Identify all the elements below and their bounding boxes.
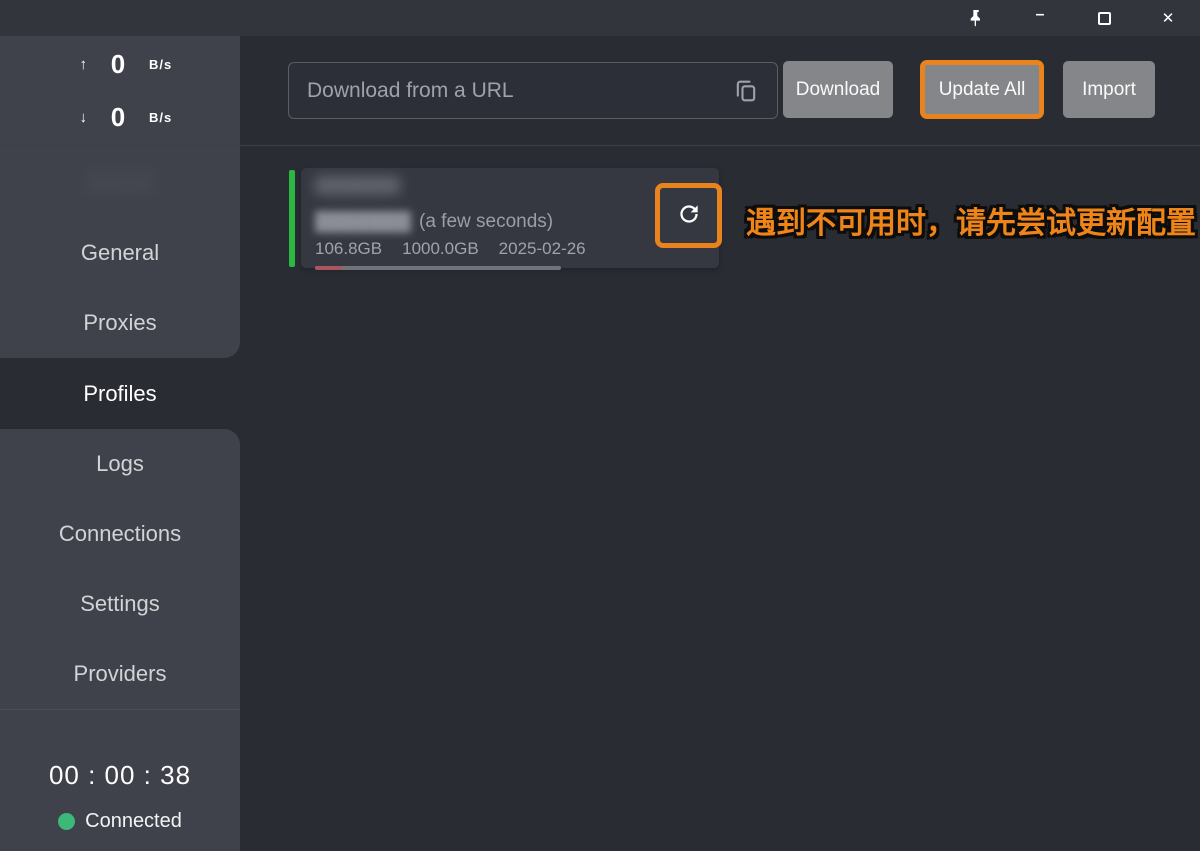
pushpin-icon [968, 9, 984, 27]
update-all-button[interactable]: Update All [920, 60, 1044, 119]
download-speed-row: ↓ 0 B/s [0, 102, 240, 133]
connection-status-label: Connected [85, 810, 182, 833]
profile-name-row: ████████ (a few seconds) [315, 211, 705, 233]
profile-used: 106.8GB [315, 239, 382, 259]
progress-fill [315, 266, 342, 270]
maximize-button[interactable] [1072, 0, 1136, 36]
traffic-panel: ↑ 0 B/s ↓ 0 B/s [0, 36, 240, 145]
sidebar-item-profiles[interactable]: Profiles [0, 358, 240, 429]
url-input[interactable] [288, 62, 778, 119]
sidebar-item-connections[interactable]: Connections [0, 499, 240, 569]
refresh-icon [676, 201, 702, 230]
connected-dot-icon [58, 813, 75, 830]
redacted-profile-title: ████████ [315, 176, 400, 196]
upload-speed-row: ↑ 0 B/s [0, 49, 240, 80]
sidebar-item-logs[interactable]: Logs [0, 429, 240, 499]
download-button[interactable]: Download [783, 61, 893, 118]
pin-button[interactable] [944, 0, 1008, 36]
tutorial-tip-text: 遇到不可用时，请先尝试更新配置 [746, 198, 1196, 242]
upload-speed-value: 0 [87, 49, 149, 80]
sidebar-nav-bottom: Logs Connections Settings Providers [0, 429, 240, 709]
minimize-icon: – [1036, 6, 1045, 24]
copy-icon[interactable] [732, 77, 760, 105]
sidebar-item-proxies[interactable]: Proxies [0, 288, 240, 358]
profile-total: 1000.0GB [402, 239, 479, 259]
titlebar: – ✕ [0, 0, 1200, 36]
upload-speed-unit: B/s [149, 57, 209, 72]
sidebar-item-general[interactable]: General [0, 218, 240, 288]
redacted-sidebar-item: ▒▒▒▒▒ [0, 146, 240, 218]
profile-updated-ago: (a few seconds) [419, 211, 553, 233]
profile-active-bar [289, 170, 295, 267]
download-speed-unit: B/s [149, 110, 209, 125]
maximize-square-icon [1098, 12, 1111, 25]
minimize-button[interactable]: – [1008, 0, 1072, 36]
close-icon: ✕ [1162, 9, 1175, 27]
download-speed-value: 0 [87, 102, 149, 133]
redacted-profile-name: ████████ [315, 211, 411, 233]
download-arrow-icon: ↓ [31, 109, 87, 126]
sidebar-nav-top: ▒▒▒▒▒ General Proxies [0, 146, 240, 358]
import-button[interactable]: Import [1063, 61, 1155, 118]
close-button[interactable]: ✕ [1136, 0, 1200, 36]
profile-stats-row: 106.8GB 1000.0GB 2025-02-26 [315, 239, 705, 259]
profile-expire-date: 2025-02-26 [499, 239, 586, 259]
refresh-highlight-box [655, 183, 722, 248]
uptime-timer: 00 : 00 : 38 [0, 760, 240, 791]
sidebar-item-providers[interactable]: Providers [0, 639, 240, 709]
profile-refresh-button[interactable] [660, 188, 717, 243]
sidebar-item-settings[interactable]: Settings [0, 569, 240, 639]
traffic-progress-track [315, 266, 561, 270]
upload-arrow-icon: ↑ [31, 56, 87, 73]
connection-status: Connected [0, 810, 240, 833]
